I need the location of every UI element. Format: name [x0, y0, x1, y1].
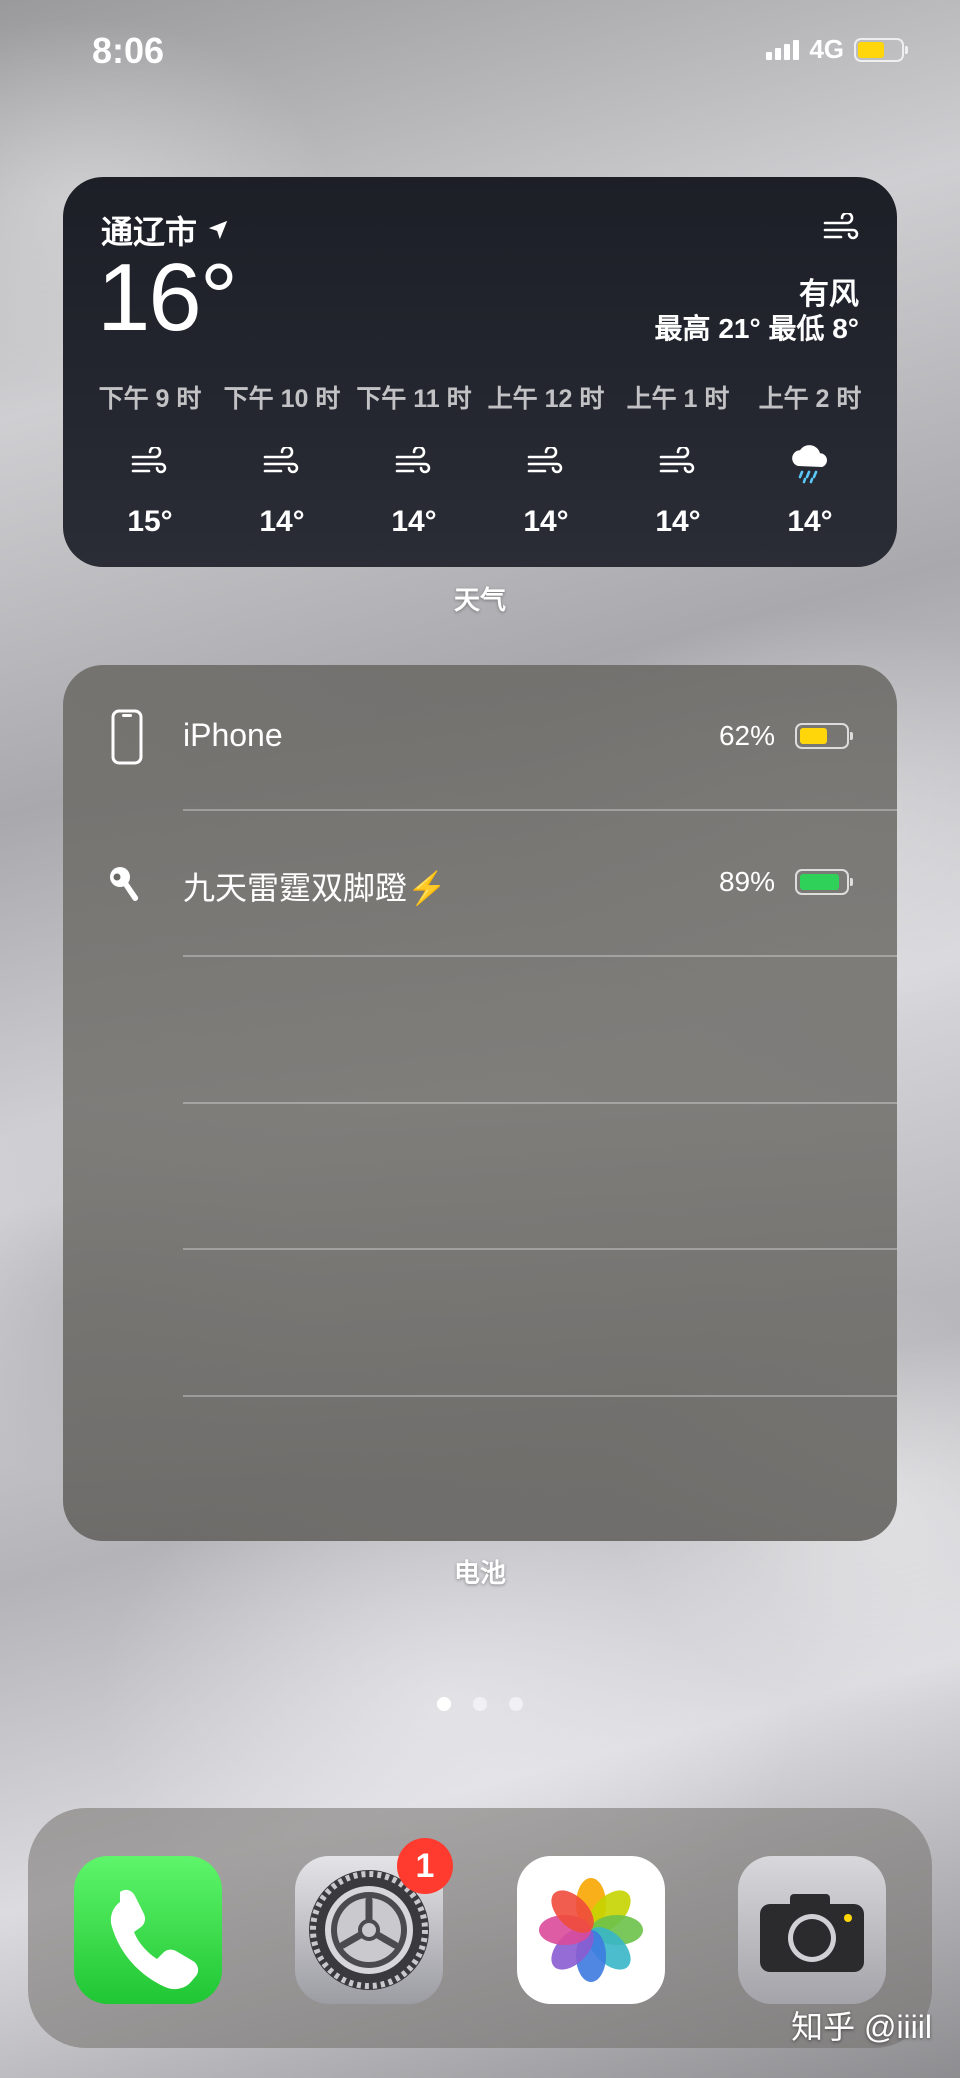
- hourly-temp: 14°: [391, 505, 437, 538]
- notification-badge: 1: [397, 1838, 453, 1894]
- hourly-time: 下午 9 时: [98, 385, 202, 413]
- hourly-item: 上午 2 时 14°: [745, 379, 875, 539]
- row-divider: [183, 1102, 897, 1104]
- watermark: 知乎 @iiiil: [791, 2009, 932, 2045]
- row-divider: [183, 1395, 897, 1397]
- hourly-time: 下午 11 时: [356, 385, 472, 413]
- weather-high-low: 最高 21° 最低 8°: [654, 313, 859, 344]
- hourly-time: 上午 2 时: [758, 385, 862, 413]
- hourly-item: 下午 10 时 14°: [217, 379, 347, 539]
- wind-icon: [525, 441, 567, 485]
- device-battery-icon: [795, 723, 853, 749]
- device-name: iPhone: [183, 717, 283, 753]
- row-divider: [183, 1248, 897, 1250]
- camera-app[interactable]: [738, 1856, 886, 2004]
- airpod-icon: [103, 855, 151, 911]
- wind-icon: [823, 211, 861, 250]
- camera-icon: [760, 1894, 864, 1972]
- phone-app[interactable]: [74, 1856, 222, 2004]
- location-arrow-icon: [208, 220, 228, 240]
- wind-icon: [129, 441, 171, 485]
- device-name: 九天雷霆双脚蹬⚡️: [183, 870, 447, 906]
- device-battery-percent: 89%: [718, 866, 775, 897]
- page-dot[interactable]: [473, 1697, 487, 1711]
- page-indicator[interactable]: [0, 1697, 960, 1711]
- network-type: 4G: [809, 34, 844, 64]
- cellular-signal-icon: [766, 39, 800, 60]
- wind-icon: [393, 441, 435, 485]
- hourly-temp: 14°: [523, 505, 569, 538]
- hourly-item: 上午 12 时 14°: [481, 379, 611, 539]
- device-battery-icon: [795, 869, 853, 895]
- battery-row-iphone: iPhone 62%: [63, 665, 897, 811]
- hourly-temp: 15°: [127, 505, 173, 538]
- status-time: 8:06: [92, 30, 165, 71]
- weather-hourly-forecast: 下午 9 时 15° 下午 10 时 14° 下午 11 时 14° 上午 12…: [85, 379, 875, 539]
- hourly-temp: 14°: [259, 505, 305, 538]
- photos-app[interactable]: [517, 1856, 665, 2004]
- page-dot[interactable]: [509, 1697, 523, 1711]
- row-divider: [183, 955, 897, 957]
- hourly-time: 下午 10 时: [223, 385, 341, 413]
- settings-app[interactable]: 1: [295, 1838, 453, 2004]
- hourly-time: 上午 1 时: [626, 385, 730, 413]
- rain-cloud-icon: [788, 441, 832, 485]
- status-indicators: 4G: [766, 34, 908, 65]
- iphone-icon: [103, 709, 151, 765]
- hourly-item: 上午 1 时 14°: [613, 379, 743, 539]
- battery-row-airpods: 九天雷霆双脚蹬⚡️ 89%: [63, 811, 897, 957]
- hourly-temp: 14°: [787, 505, 833, 538]
- phone-icon: [110, 1889, 199, 1990]
- device-battery-percent: 62%: [718, 720, 775, 751]
- hourly-item: 下午 9 时 15°: [85, 379, 215, 539]
- weather-current-temp: 16°: [97, 244, 238, 351]
- status-bar: 8:06 4G: [0, 0, 960, 100]
- status-battery-icon: [854, 37, 908, 62]
- hourly-temp: 14°: [655, 505, 701, 538]
- batteries-widget[interactable]: iPhone 62% 九天雷霆双脚蹬⚡️ 89%: [63, 665, 897, 1541]
- weather-widget[interactable]: 通辽市 16° 有风 最高 21° 最低 8° 下午 9 时 15° 下午 10…: [63, 177, 897, 567]
- wind-icon: [261, 441, 303, 485]
- photos-flower-icon: [539, 1878, 643, 1982]
- page-dot[interactable]: [437, 1697, 451, 1711]
- batteries-widget-label: 电池: [453, 1558, 506, 1588]
- hourly-item: 下午 11 时 14°: [349, 379, 479, 539]
- hourly-time: 上午 12 时: [487, 385, 605, 413]
- weather-widget-label: 天气: [453, 585, 506, 615]
- wind-icon: [657, 441, 699, 485]
